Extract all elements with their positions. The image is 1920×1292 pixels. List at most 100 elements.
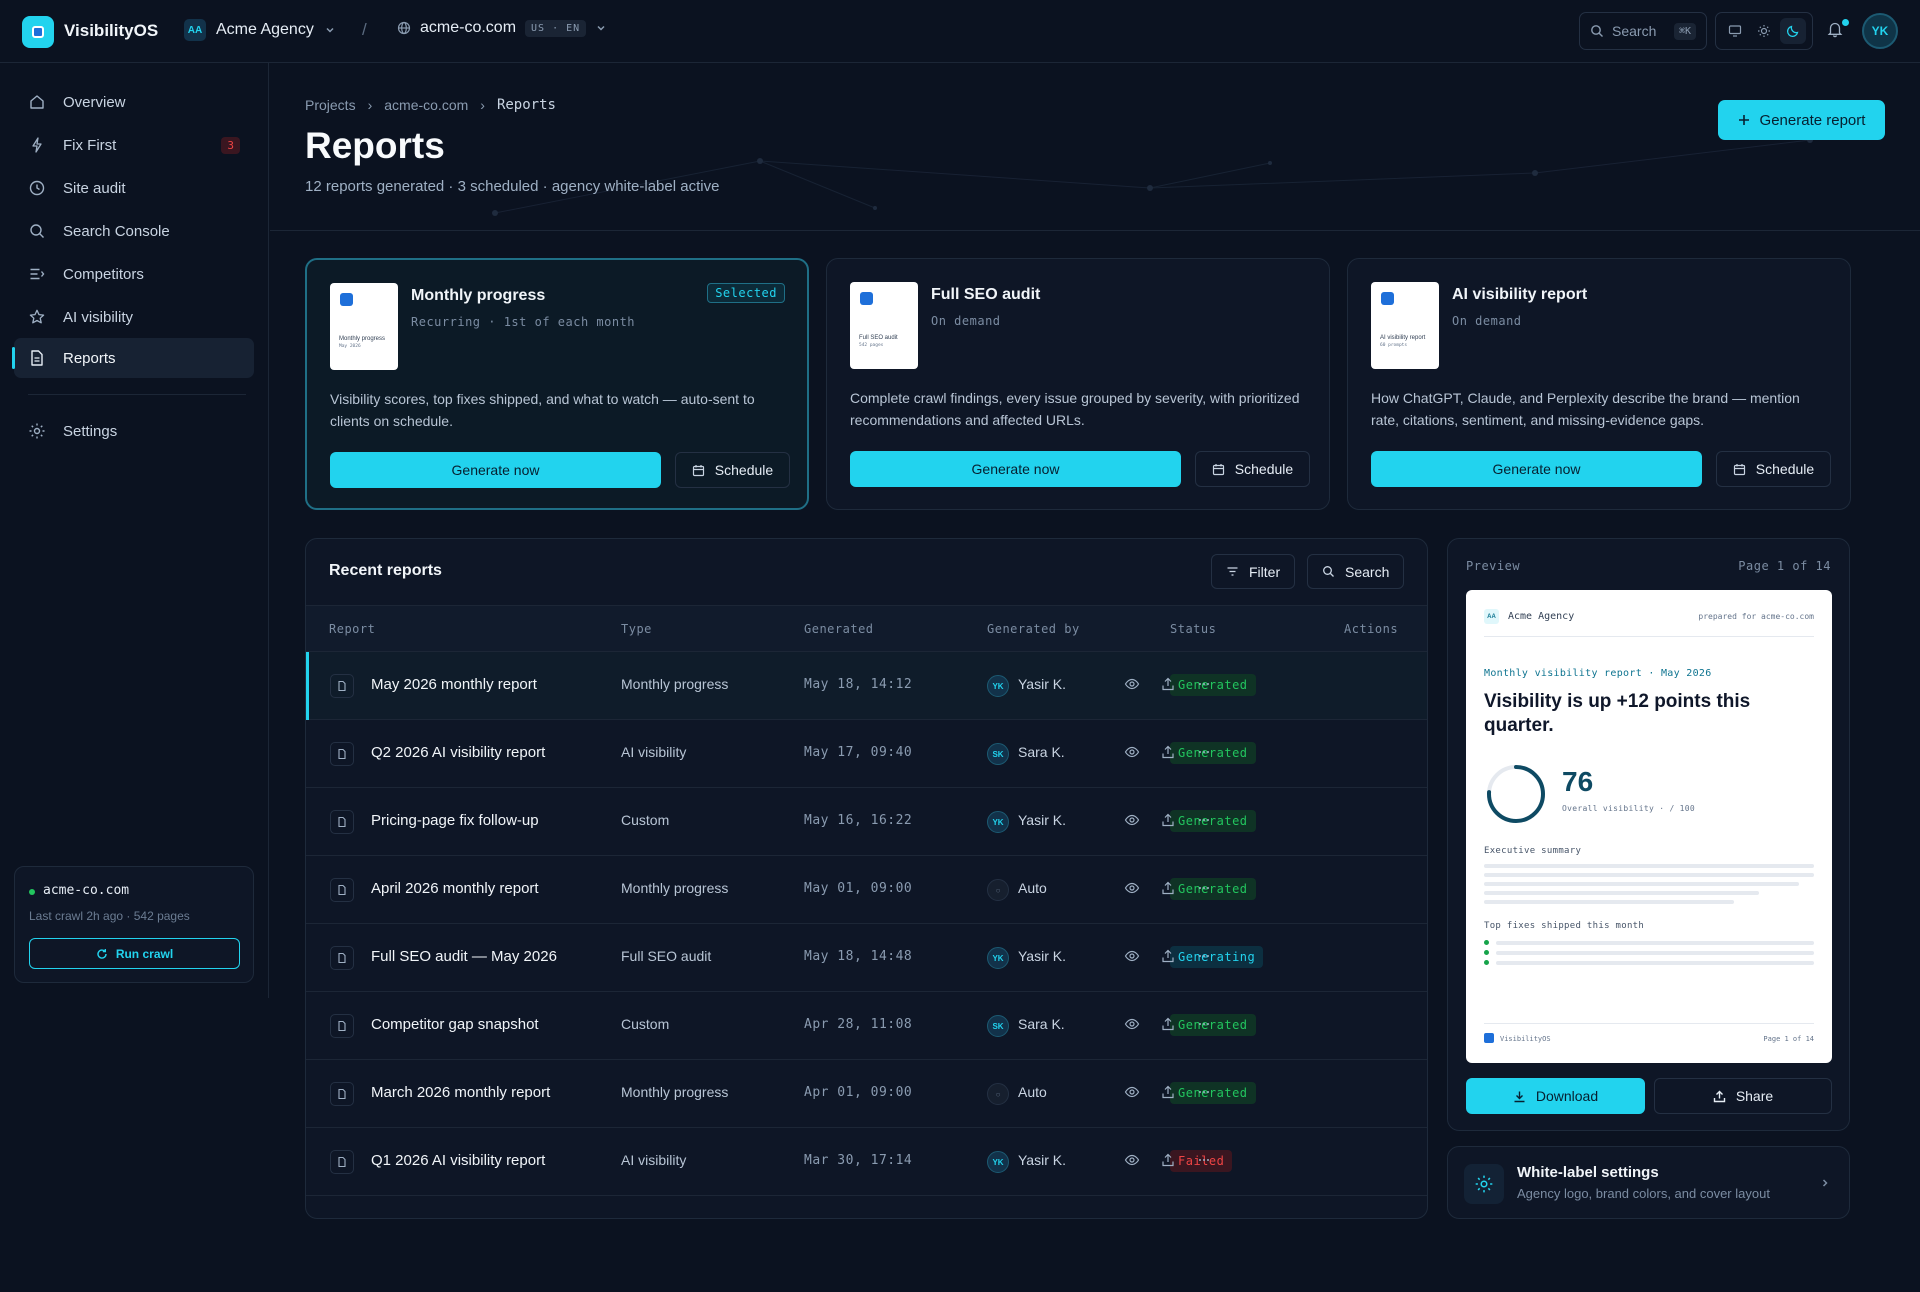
eye-icon[interactable] — [1124, 812, 1140, 828]
report-name[interactable]: Pricing-page fix follow-up — [371, 812, 539, 829]
table-row[interactable]: Q1 2026 AI visibility report AI visibilit… — [306, 1128, 1427, 1196]
report-type-card[interactable]: AI visibility report 60 prompts AI visibil… — [1347, 258, 1851, 510]
more-options-icon[interactable] — [1196, 1084, 1212, 1100]
column-header-report[interactable]: Report — [329, 622, 375, 636]
table-row[interactable]: Q2 2026 AI visibility report AI visibilit… — [306, 720, 1427, 788]
more-options-icon[interactable] — [1196, 676, 1212, 692]
theme-dark-button[interactable] — [1780, 18, 1807, 44]
report-name[interactable]: Competitor gap snapshot — [371, 1016, 539, 1033]
table-row[interactable]: Pricing-page fix follow-up Custom May 16, … — [306, 788, 1427, 856]
more-options-icon[interactable] — [1196, 1016, 1212, 1032]
preview-document[interactable]: AA Acme Agency prepared for acme-co.com … — [1466, 590, 1832, 1063]
report-thumbnail: Monthly progress May 2026 — [330, 283, 398, 370]
table-row[interactable]: Competitor gap snapshot Custom Apr 28, 11:… — [306, 992, 1427, 1060]
table-row[interactable]: April 2026 monthly report Monthly progres… — [306, 856, 1427, 924]
more-options-icon[interactable] — [1196, 880, 1212, 896]
run-crawl-button[interactable]: Run crawl — [29, 938, 240, 969]
share-icon[interactable] — [1160, 744, 1176, 760]
generate-now-button[interactable]: Generate now — [850, 451, 1181, 487]
share-icon[interactable] — [1160, 812, 1176, 828]
more-options-icon[interactable] — [1196, 1152, 1212, 1168]
eye-icon[interactable] — [1124, 880, 1140, 896]
breadcrumb-separator: › — [480, 97, 485, 113]
app-logo-icon[interactable] — [22, 16, 54, 48]
report-type-description: Visibility scores, top fixes shipped, an… — [330, 391, 755, 429]
doc-footer-brand: VisibilityOS — [1500, 1035, 1551, 1043]
eye-icon[interactable] — [1124, 1084, 1140, 1100]
project-switcher[interactable]: acme-co.com US · EN — [397, 19, 607, 37]
doc-score-label: Overall visibility · / 100 — [1562, 804, 1696, 813]
filter-button[interactable]: Filter — [1211, 554, 1296, 589]
report-type-card[interactable]: Full SEO audit 542 pages Full SEO audit On … — [826, 258, 1330, 510]
more-options-icon[interactable] — [1196, 744, 1212, 760]
report-type-subtitle: Recurring · 1st of each month — [411, 315, 636, 329]
share-icon[interactable] — [1160, 1016, 1176, 1032]
sidebar-item-label: Settings — [63, 422, 118, 440]
column-header-type[interactable]: Type — [621, 622, 652, 636]
generate-now-button[interactable]: Generate now — [330, 452, 661, 488]
report-type: Monthly progress — [621, 676, 729, 692]
report-name[interactable]: May 2026 monthly report — [371, 676, 537, 693]
report-name[interactable]: Q1 2026 AI visibility report — [371, 1152, 545, 1169]
theme-system-button[interactable] — [1722, 18, 1748, 44]
eye-icon[interactable] — [1124, 744, 1140, 760]
share-icon[interactable] — [1160, 880, 1176, 896]
theme-light-button[interactable] — [1751, 18, 1777, 44]
table-search-button[interactable]: Search — [1307, 554, 1405, 589]
author-name: Sara K. — [1018, 744, 1065, 760]
user-avatar[interactable]: YK — [1862, 13, 1898, 49]
report-name[interactable]: March 2026 monthly report — [371, 1084, 550, 1101]
table-row[interactable]: March 2026 monthly report Monthly progres… — [306, 1060, 1427, 1128]
file-icon — [330, 1082, 354, 1106]
eye-icon[interactable] — [1124, 1152, 1140, 1168]
status-badge: Generated — [1170, 674, 1256, 696]
doc-text-line — [1496, 941, 1814, 945]
sidebar-item-site-audit[interactable]: Site audit — [14, 168, 254, 208]
sidebar-item-overview[interactable]: Overview — [14, 82, 254, 122]
share-icon[interactable] — [1160, 1152, 1176, 1168]
white-label-settings-card[interactable]: White-label settings Agency logo, brand … — [1447, 1146, 1850, 1219]
column-header-status[interactable]: Status — [1170, 622, 1216, 636]
sidebar-item-reports[interactable]: Reports — [12, 338, 254, 378]
column-header-generated-by[interactable]: Generated by — [987, 622, 1080, 636]
filter-icon — [1227, 567, 1238, 576]
table-row[interactable]: Full SEO audit — May 2026 Full SEO audit M… — [306, 924, 1427, 992]
clock-icon — [29, 180, 45, 196]
download-button[interactable]: Download — [1466, 1078, 1645, 1114]
sidebar-item-label: Reports — [63, 349, 116, 367]
eye-icon[interactable] — [1124, 948, 1140, 964]
eye-icon[interactable] — [1124, 1016, 1140, 1032]
schedule-button[interactable]: Schedule — [675, 452, 790, 488]
share-icon[interactable] — [1160, 676, 1176, 692]
sidebar-item-competitors[interactable]: Competitors — [14, 254, 254, 294]
share-icon[interactable] — [1160, 1084, 1176, 1100]
report-type-card[interactable]: Monthly progress May 2026 Monthly progress… — [305, 258, 809, 510]
more-options-icon[interactable] — [1196, 812, 1212, 828]
share-icon[interactable] — [1160, 948, 1176, 964]
more-options-icon[interactable] — [1196, 948, 1212, 964]
schedule-button[interactable]: Schedule — [1195, 451, 1310, 487]
breadcrumb-projects[interactable]: Projects — [305, 97, 356, 113]
breadcrumb-project[interactable]: acme-co.com — [384, 97, 468, 113]
report-name[interactable]: April 2026 monthly report — [371, 880, 539, 897]
generate-report-button[interactable]: Generate report — [1718, 100, 1885, 140]
schedule-button[interactable]: Schedule — [1716, 451, 1831, 487]
sidebar-item-settings[interactable]: Settings — [14, 411, 254, 451]
column-header-generated[interactable]: Generated — [804, 622, 874, 636]
table-row[interactable]: May 2026 monthly report Monthly progress M… — [306, 652, 1427, 720]
sidebar-item-search-console[interactable]: Search Console — [14, 211, 254, 251]
share-button[interactable]: Share — [1654, 1078, 1832, 1114]
report-type-title: Full SEO audit — [931, 286, 1041, 303]
global-search-button[interactable]: Search ⌘K — [1579, 12, 1707, 50]
report-name[interactable]: Full SEO audit — May 2026 — [371, 948, 557, 965]
star-icon — [29, 309, 45, 324]
bolt-icon — [32, 137, 42, 153]
org-badge: AA — [184, 19, 206, 41]
report-name[interactable]: Q2 2026 AI visibility report — [371, 744, 545, 761]
eye-icon[interactable] — [1124, 676, 1140, 692]
sidebar-item-fix-first[interactable]: Fix First 3 — [14, 125, 254, 165]
generate-now-button[interactable]: Generate now — [1371, 451, 1702, 487]
sidebar-item-ai-visibility[interactable]: AI visibility — [14, 297, 254, 337]
org-switcher[interactable]: AA Acme Agency — [184, 19, 336, 41]
doc-fixes-title: Top fixes shipped this month — [1484, 921, 1645, 931]
